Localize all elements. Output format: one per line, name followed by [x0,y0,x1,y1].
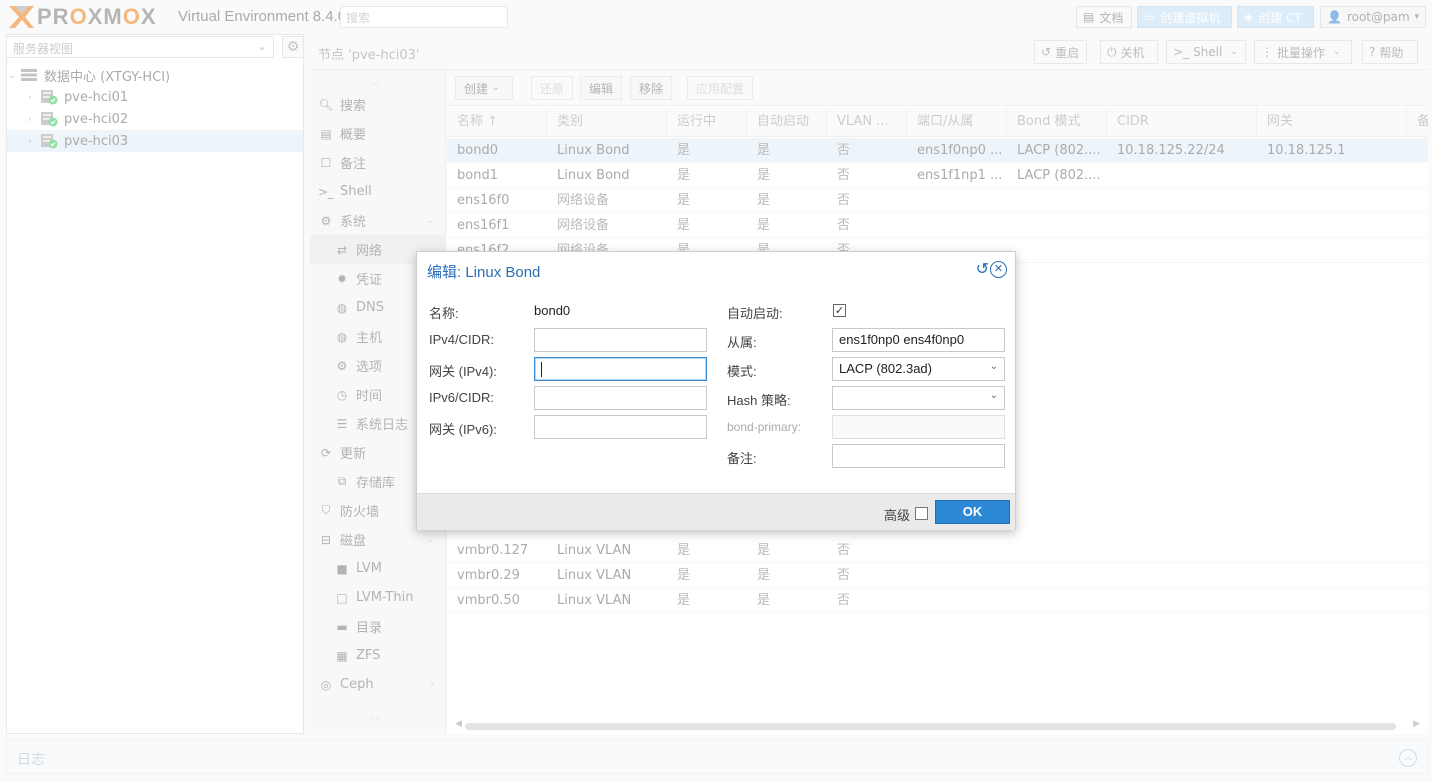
advanced-checkbox[interactable] [915,507,928,520]
chevron-down-icon[interactable]: ⌄ [990,361,998,372]
dialog-title: 编辑: Linux Bond [427,264,541,281]
hash-policy-select[interactable]: ⌄ [832,386,1005,410]
ipv6-cidr-input[interactable] [534,386,707,410]
slaves-input[interactable]: ens1f0np0 ens4f0np0 [832,328,1005,352]
ipv4-cidr-label: IPv4/CIDR: [429,332,495,347]
dialog-header: 编辑: Linux Bond ↺ ✕ [417,252,1015,288]
dialog-footer: 高级 OK [417,493,1015,530]
gateway-ipv4-input[interactable] [534,357,707,381]
gateway-ipv6-input[interactable] [534,415,707,439]
comment-input[interactable] [832,444,1005,468]
reset-icon[interactable]: ↺ [976,261,989,277]
chevron-down-icon[interactable]: ⌄ [990,390,998,401]
bond-primary-label: bond-primary: [727,420,802,434]
gateway-ipv4-label: 网关 (IPv4): [429,364,497,379]
ok-button[interactable]: OK [935,500,1010,524]
autostart-label: 自动启动: [727,306,783,321]
comment-label: 备注: [727,451,757,466]
name-value: bond0 [534,303,571,318]
bond-primary-input [832,415,1005,439]
name-label: 名称: [429,306,459,321]
ipv6-cidr-label: IPv6/CIDR: [429,390,495,405]
mode-value: LACP (802.3ad) [839,361,932,376]
gateway-ipv6-label: 网关 (IPv6): [429,422,497,437]
mode-select[interactable]: LACP (802.3ad) ⌄ [832,357,1005,381]
hash-policy-label: Hash 策略: [727,393,791,408]
close-icon[interactable]: ✕ [990,261,1007,278]
edit-bond-dialog: 编辑: Linux Bond ↺ ✕ 名称: bond0 IPv4/CIDR: … [416,251,1016,530]
mode-label: 模式: [727,364,757,379]
ipv4-cidr-input[interactable] [534,328,707,352]
text-caret [541,362,542,377]
slaves-label: 从属: [727,335,757,350]
advanced-label: 高级 [884,509,911,524]
autostart-checkbox[interactable]: ✓ [833,304,846,317]
